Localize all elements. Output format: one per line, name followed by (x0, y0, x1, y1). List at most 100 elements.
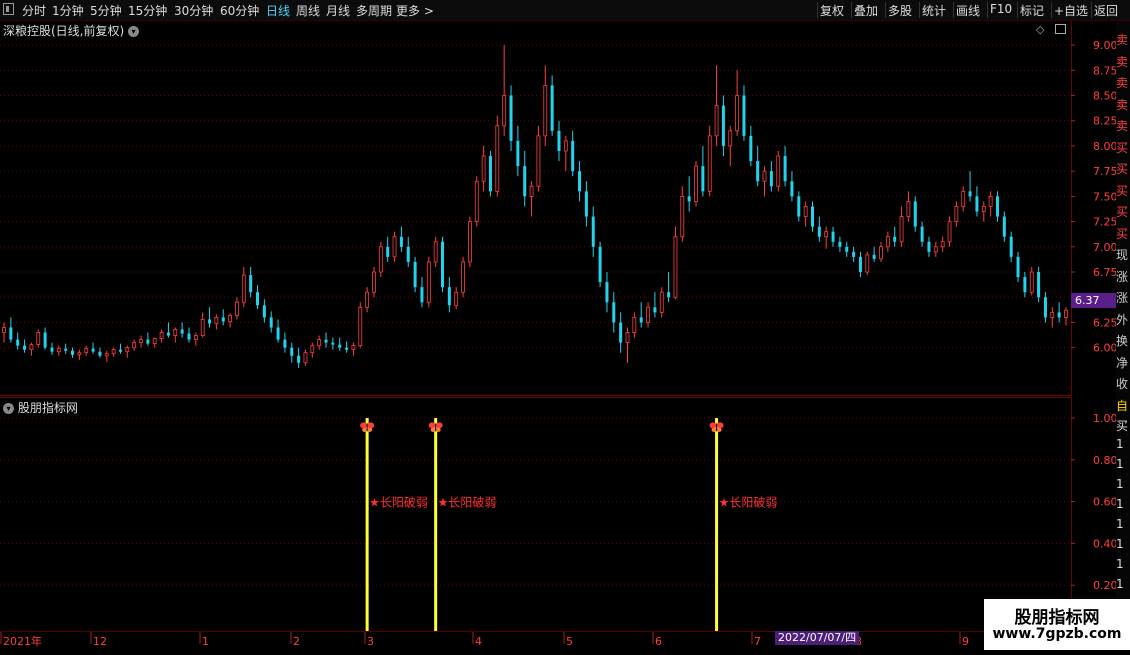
toolbar-separator (1051, 2, 1052, 18)
quote-value: 1 (1116, 477, 1124, 491)
candle (221, 309, 225, 326)
period-tab[interactable]: 周线 (296, 2, 320, 19)
candle (536, 125, 541, 192)
toolbar-button[interactable]: +自选 (1054, 2, 1088, 19)
period-tab[interactable]: 日线 (266, 2, 290, 19)
candle (838, 236, 842, 252)
quote-label: 买 (1116, 162, 1129, 176)
toolbar-button[interactable]: F10 (990, 2, 1012, 16)
candle (173, 327, 178, 343)
candle (36, 329, 41, 348)
candle (707, 125, 712, 197)
period-tab[interactable]: 多周期 (356, 2, 392, 19)
quote-label: 买 (1116, 140, 1129, 155)
candlestick-chart[interactable] (0, 21, 1071, 396)
candle (619, 312, 623, 353)
candle (249, 266, 253, 298)
toolbar-button[interactable]: 标记 (1020, 2, 1044, 19)
candle (16, 332, 20, 350)
period-tab[interactable]: 5分钟 (90, 2, 122, 19)
signal-label: ★长阳破弱 (438, 495, 497, 510)
signal-label: ★长阳破弱 (719, 495, 778, 510)
diamond-icon[interactable]: ◇ (1036, 23, 1044, 36)
toolbar-button[interactable]: 叠加 (854, 2, 878, 19)
quote-label: 涨 (1116, 269, 1129, 284)
window-icon[interactable] (3, 3, 14, 15)
candle (111, 347, 116, 357)
candle (290, 342, 294, 363)
candle (961, 186, 966, 212)
price-axis: 9.00 8.75 8.50 8.25 8.00 7.75 7.50 7.25 7.00 6.75… (1071, 21, 1118, 396)
candle (516, 125, 520, 177)
quote-label: 收 (1116, 377, 1129, 391)
toolbar-button[interactable]: 多股 (888, 2, 912, 19)
quote-value: 买 (1116, 419, 1129, 433)
candle (324, 332, 328, 348)
period-tab[interactable]: 60分钟 (220, 2, 259, 19)
period-tab[interactable]: 分时 (22, 2, 46, 19)
date-label: 9 (962, 635, 969, 648)
candle (612, 292, 616, 333)
candle (481, 145, 486, 192)
quote-label: 外 (1116, 312, 1129, 327)
candle (71, 347, 75, 358)
candle (1016, 251, 1020, 283)
candle (653, 292, 657, 318)
price-tick-label: 6.25 (1093, 316, 1116, 329)
candle (584, 181, 588, 227)
quote-label: 卖 (1116, 97, 1129, 112)
candle (742, 85, 746, 141)
candle (933, 241, 938, 257)
candle (659, 287, 664, 318)
period-tab[interactable]: 1分钟 (52, 2, 84, 19)
quote-label: 换 (1116, 334, 1129, 348)
candle (947, 216, 952, 247)
candle (303, 349, 308, 366)
candle (146, 332, 150, 346)
date-label: 2021年 (3, 634, 42, 648)
candle (9, 317, 13, 343)
butterfly-icon (709, 422, 724, 433)
candle (879, 241, 883, 262)
quote-label: 现 (1116, 248, 1129, 262)
candle (605, 272, 609, 313)
period-tab[interactable]: 15分钟 (128, 2, 167, 19)
period-tab[interactable]: 月线 (326, 2, 350, 19)
toolbar-button[interactable]: 返回 (1094, 2, 1118, 19)
toolbar-button[interactable]: 统计 (922, 2, 946, 19)
indicator-chart[interactable]: ★长阳破弱 ★长阳破弱 ★长阳破弱 (0, 397, 1071, 631)
candle (23, 339, 27, 353)
candle (543, 65, 548, 146)
price-tick-label: 7.00 (1093, 241, 1116, 254)
toolbar-separator (953, 2, 954, 18)
toolbar-button[interactable]: 画线 (956, 2, 980, 19)
period-tab[interactable]: 更多 > (396, 2, 434, 19)
price-tick-label: 8.00 (1093, 140, 1116, 153)
candle (91, 342, 95, 354)
toolbar-button[interactable]: 复权 (820, 2, 844, 19)
candle (208, 307, 212, 328)
candle (1057, 302, 1061, 323)
candle (975, 186, 979, 217)
layout-icon[interactable] (1055, 24, 1066, 34)
candle (728, 125, 733, 167)
candle (714, 65, 719, 146)
quote-side-panel[interactable]: 卖卖卖卖卖买买买买买现涨涨外换净收自买11111111 (1116, 21, 1130, 630)
butterfly-icon (428, 422, 443, 433)
toolbar-separator (885, 2, 886, 18)
quote-label: 卖 (1116, 54, 1129, 69)
candle (468, 216, 472, 267)
candle (646, 302, 650, 328)
candle (852, 246, 856, 262)
candle (276, 319, 280, 343)
candle (64, 343, 68, 354)
candle (845, 241, 849, 257)
butterfly-icon (360, 422, 375, 433)
candle (56, 345, 61, 356)
period-tab[interactable]: 30分钟 (174, 2, 213, 19)
candle (906, 191, 911, 222)
candle (166, 322, 170, 338)
indicator-tick-label: 0.60 (1093, 496, 1116, 509)
quote-label: 买 (1116, 226, 1129, 241)
quote-value: 1 (1116, 577, 1124, 591)
